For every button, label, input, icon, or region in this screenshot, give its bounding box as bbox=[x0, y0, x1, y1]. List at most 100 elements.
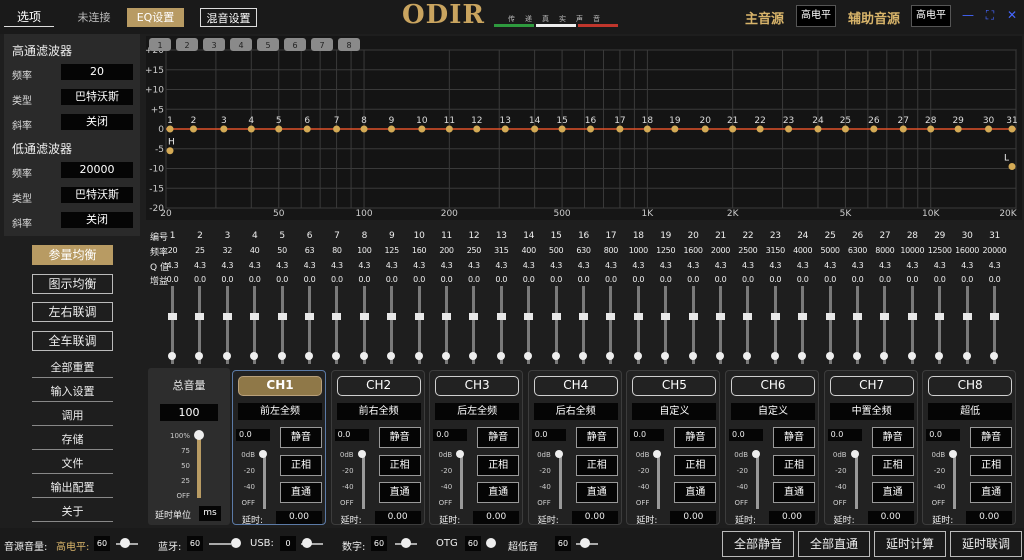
eq-band-slider-thumb[interactable] bbox=[496, 313, 506, 320]
eq-band-gain[interactable]: 0.0 bbox=[734, 274, 761, 286]
eq-band-gain[interactable]: 0.0 bbox=[789, 274, 816, 286]
mute-button[interactable]: 静音 bbox=[674, 427, 717, 448]
bluetooth-slider[interactable] bbox=[209, 543, 231, 545]
eq-band-gain[interactable]: 0.0 bbox=[680, 274, 707, 286]
mute-button[interactable]: 静音 bbox=[575, 427, 618, 448]
eq-band-toggle[interactable] bbox=[990, 352, 998, 360]
eq-band-frequency[interactable]: 800 bbox=[597, 245, 624, 257]
eq-band-slider-thumb[interactable] bbox=[853, 313, 862, 320]
eq-band-slider-thumb[interactable] bbox=[442, 313, 451, 320]
channel-gain-value[interactable]: 0.0 bbox=[236, 429, 270, 441]
eq-band-q[interactable]: 4.3 bbox=[844, 260, 871, 272]
eq-band-q[interactable]: 4.3 bbox=[652, 260, 679, 272]
mute-button[interactable]: 静音 bbox=[378, 427, 421, 448]
direct-button[interactable]: 直通 bbox=[575, 482, 618, 503]
tab-mix-settings[interactable]: 混音设置 bbox=[200, 8, 257, 27]
eq-band-marker[interactable] bbox=[643, 125, 651, 133]
eq-band-q[interactable]: 4.3 bbox=[899, 260, 926, 272]
eq-band-slider-thumb[interactable] bbox=[414, 313, 424, 320]
eq-band-marker[interactable] bbox=[671, 125, 679, 133]
delay-unit-select[interactable]: ms bbox=[199, 506, 221, 521]
eq-band-marker[interactable] bbox=[841, 125, 849, 133]
eq-band-marker[interactable] bbox=[616, 125, 624, 133]
eq-band-marker[interactable] bbox=[899, 125, 907, 133]
tab-eq-settings[interactable]: EQ设置 bbox=[127, 8, 184, 27]
channel-volume-slider[interactable] bbox=[657, 453, 661, 509]
eq-band-marker[interactable] bbox=[870, 125, 878, 133]
eq-band-toggle[interactable] bbox=[359, 352, 368, 360]
eq-band-gain[interactable]: 0.0 bbox=[460, 274, 487, 286]
eq-band-frequency[interactable]: 100 bbox=[351, 245, 378, 257]
lp-slope-select[interactable]: 关闭 bbox=[61, 212, 133, 228]
eq-band-slider-thumb[interactable] bbox=[168, 313, 177, 320]
channel-delay-field[interactable]: 0.00 bbox=[276, 511, 322, 524]
high-level-thumb[interactable] bbox=[120, 538, 130, 548]
eq-band-slider-thumb[interactable] bbox=[633, 313, 643, 320]
eq-band-toggle[interactable] bbox=[716, 352, 724, 360]
eq-band-slider-thumb[interactable] bbox=[798, 313, 808, 320]
digital-thumb[interactable] bbox=[401, 538, 411, 548]
eq-band-slider-thumb[interactable] bbox=[332, 313, 342, 320]
channel-delay-field[interactable]: 0.00 bbox=[473, 511, 520, 524]
usb-thumb[interactable] bbox=[302, 538, 312, 548]
eq-band-slider-thumb[interactable] bbox=[770, 313, 780, 320]
eq-band-frequency[interactable]: 200 bbox=[433, 245, 460, 257]
eq-band-toggle[interactable] bbox=[195, 352, 204, 360]
eq-band-gain[interactable]: 0.0 bbox=[871, 274, 898, 286]
menu-input-settings[interactable]: 输入设置 bbox=[32, 384, 113, 402]
eq-band-frequency[interactable]: 315 bbox=[488, 245, 515, 257]
eq-band-q[interactable]: 4.3 bbox=[871, 260, 898, 272]
direct-button[interactable]: 直通 bbox=[970, 482, 1013, 503]
eq-band-toggle[interactable] bbox=[469, 352, 478, 360]
eq-band-gain[interactable]: 0.0 bbox=[433, 274, 460, 286]
eq-band-frequency[interactable]: 2500 bbox=[734, 245, 761, 257]
eq-band-toggle[interactable] bbox=[853, 352, 861, 360]
eq-band-q[interactable]: 4.3 bbox=[597, 260, 624, 272]
eq-band-q[interactable]: 4.3 bbox=[460, 260, 487, 272]
eq-band-gain[interactable]: 0.0 bbox=[817, 274, 844, 286]
eq-band-gain[interactable]: 0.0 bbox=[515, 274, 542, 286]
close-icon[interactable]: ✕ bbox=[1005, 8, 1019, 22]
eq-band-gain[interactable]: 0.0 bbox=[406, 274, 433, 286]
otg-thumb[interactable] bbox=[486, 538, 496, 548]
subwoofer-thumb[interactable] bbox=[580, 538, 590, 548]
eq-band-toggle[interactable] bbox=[332, 352, 341, 360]
channel-volume-thumb[interactable] bbox=[752, 450, 760, 458]
aux-source-select[interactable]: 高电平 bbox=[911, 5, 951, 27]
eq-band-frequency[interactable]: 4000 bbox=[789, 245, 816, 257]
all-direct-button[interactable]: 全部直通 bbox=[798, 531, 870, 557]
eq-band-gain[interactable]: 0.0 bbox=[323, 274, 350, 286]
lowpass-marker[interactable] bbox=[1008, 163, 1016, 171]
channel-name-field[interactable]: 自定义 bbox=[731, 403, 815, 420]
lr-link-button[interactable]: 左右联调 bbox=[32, 302, 113, 322]
mute-button[interactable]: 静音 bbox=[970, 427, 1013, 448]
eq-band-gain[interactable]: 0.0 bbox=[351, 274, 378, 286]
menu-file[interactable]: 文件 bbox=[32, 456, 113, 474]
eq-band-q[interactable]: 4.3 bbox=[954, 260, 981, 272]
eq-band-marker[interactable] bbox=[275, 125, 283, 133]
mute-button[interactable]: 静音 bbox=[773, 427, 815, 448]
channel-name-field[interactable]: 自定义 bbox=[632, 403, 717, 420]
eq-band-marker[interactable] bbox=[247, 125, 255, 133]
eq-band-gain[interactable]: 0.0 bbox=[570, 274, 597, 286]
eq-band-marker[interactable] bbox=[418, 125, 426, 133]
eq-band-toggle[interactable] bbox=[387, 352, 396, 360]
phase-button[interactable]: 正相 bbox=[280, 455, 322, 476]
master-volume-value[interactable]: 100 bbox=[160, 404, 218, 421]
eq-band-slider-thumb[interactable] bbox=[935, 313, 945, 320]
channel-select-button[interactable]: CH3 bbox=[435, 376, 520, 396]
eq-band-marker[interactable] bbox=[558, 125, 566, 133]
eq-band-frequency[interactable]: 20000 bbox=[981, 245, 1008, 257]
eq-band-slider-thumb[interactable] bbox=[469, 313, 479, 320]
eq-band-marker[interactable] bbox=[985, 125, 993, 133]
eq-band-q[interactable]: 4.3 bbox=[323, 260, 350, 272]
eq-band-gain[interactable]: 0.0 bbox=[652, 274, 679, 286]
eq-band-frequency[interactable]: 6300 bbox=[844, 245, 871, 257]
channel-volume-slider[interactable] bbox=[854, 453, 858, 509]
eq-band-slider-thumb[interactable] bbox=[222, 313, 232, 320]
eq-band-toggle[interactable] bbox=[524, 352, 533, 360]
eq-band-frequency[interactable]: 1000 bbox=[625, 245, 652, 257]
eq-band-frequency[interactable]: 1600 bbox=[680, 245, 707, 257]
eq-band-q[interactable]: 4.3 bbox=[762, 260, 789, 272]
master-volume-slider-track[interactable] bbox=[197, 436, 201, 498]
